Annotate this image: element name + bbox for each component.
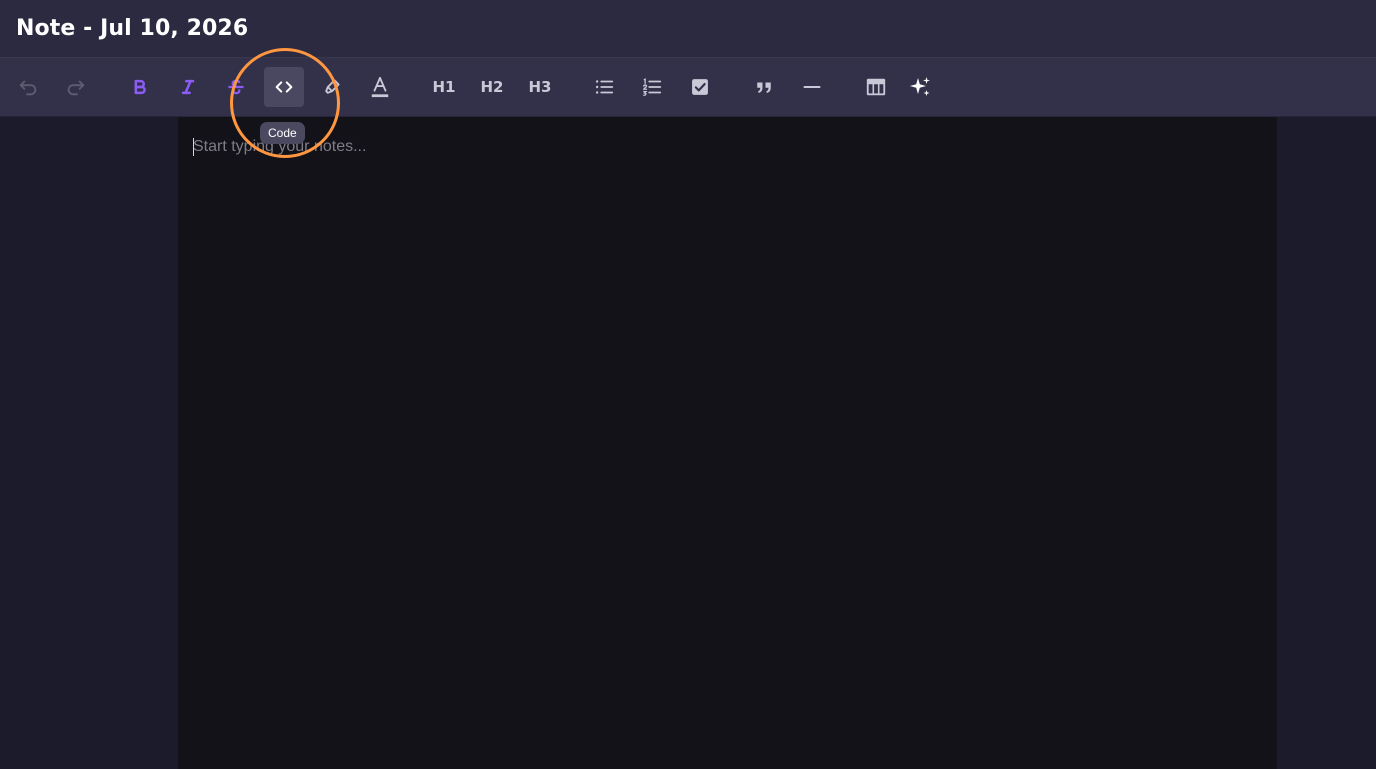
heading2-button[interactable]: H2 [472, 67, 512, 107]
code-button[interactable] [264, 67, 304, 107]
strikethrough-icon [228, 79, 244, 95]
heading3-label: H3 [528, 78, 552, 96]
horizontal-rule-icon [803, 86, 821, 88]
text-color-button[interactable] [360, 67, 400, 107]
heading2-label: H2 [480, 78, 504, 96]
italic-icon [181, 79, 195, 95]
heading1-label: H1 [432, 78, 456, 96]
note-title: Note - Jul 10, 2026 [16, 16, 249, 41]
redo-icon [67, 80, 85, 96]
table-icon [866, 78, 886, 96]
text-caret [193, 138, 194, 156]
highlight-button[interactable] [312, 67, 352, 107]
horizontal-rule-button[interactable] [792, 67, 832, 107]
bold-button[interactable] [120, 67, 160, 107]
note-editor[interactable]: Start typing your notes... [178, 117, 1277, 769]
ai-assist-button[interactable] [900, 67, 940, 107]
bullet-list-button[interactable] [584, 67, 624, 107]
text-color-icon [371, 76, 389, 98]
redo-button[interactable] [56, 67, 96, 107]
title-bar: Note - Jul 10, 2026 [0, 0, 1376, 58]
undo-button[interactable] [8, 67, 48, 107]
bullet-list-icon [595, 80, 614, 94]
blockquote-button[interactable] [744, 67, 784, 107]
italic-button[interactable] [168, 67, 208, 107]
ordered-list-icon [643, 78, 662, 96]
checkbox-icon [692, 79, 708, 95]
heading1-button[interactable]: H1 [424, 67, 464, 107]
undo-icon [19, 80, 37, 96]
heading3-button[interactable]: H3 [520, 67, 560, 107]
sparkles-icon [910, 77, 930, 96]
highlighter-icon [325, 79, 340, 94]
task-list-button[interactable] [680, 67, 720, 107]
quote-icon [757, 82, 771, 93]
table-button[interactable] [856, 67, 896, 107]
strikethrough-button[interactable] [216, 67, 256, 107]
ordered-list-button[interactable] [632, 67, 672, 107]
bold-icon [134, 79, 146, 95]
code-icon [275, 81, 293, 93]
code-tooltip: Code [260, 122, 305, 144]
formatting-toolbar: H1 H2 H3 [0, 58, 1376, 117]
